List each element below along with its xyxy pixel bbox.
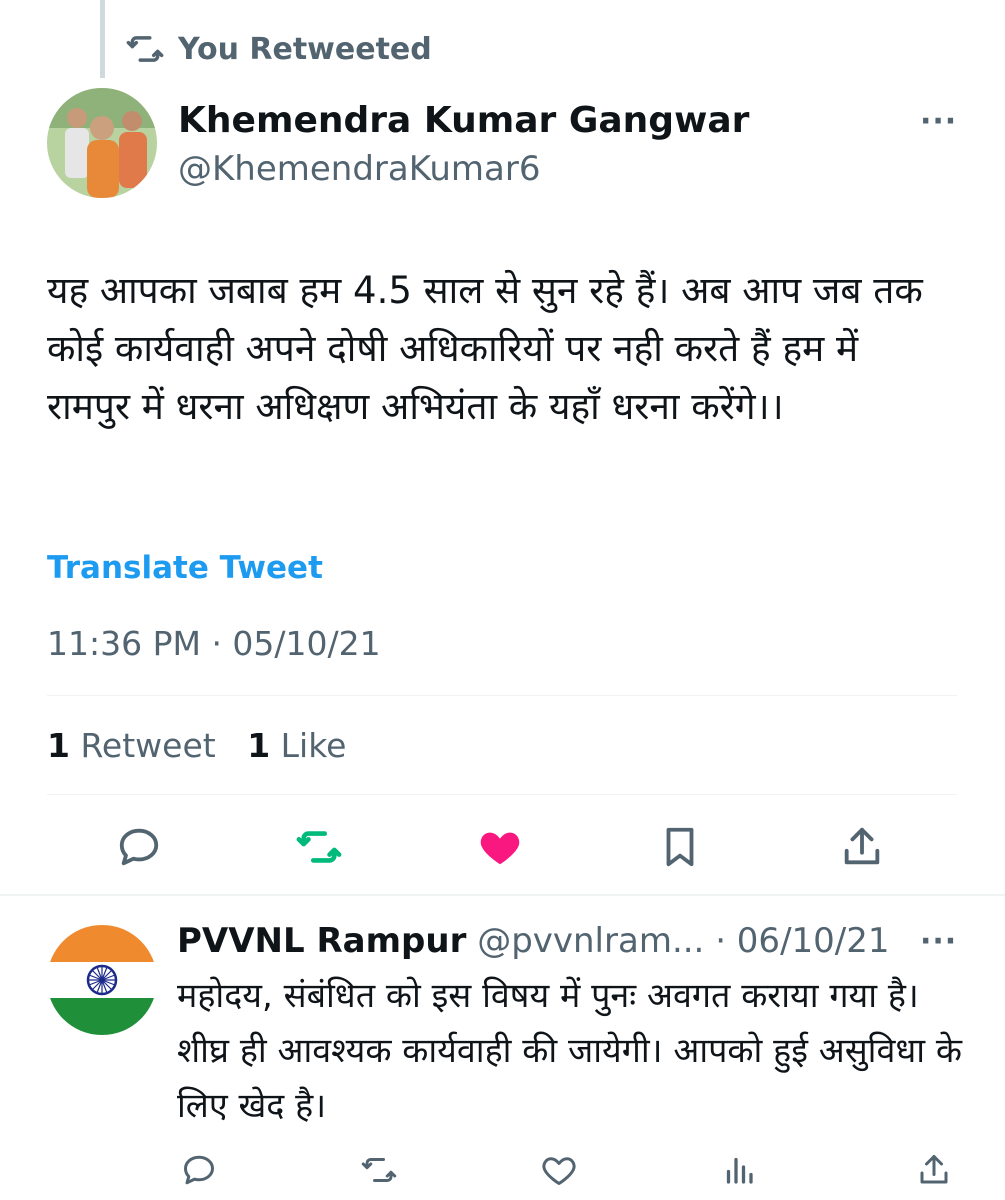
share-icon (920, 1155, 948, 1184)
reply-retweet-button[interactable] (357, 1148, 401, 1192)
reply-like-button[interactable] (537, 1148, 581, 1192)
like-button[interactable] (473, 820, 527, 874)
retweet-stat-label: Retweet (80, 726, 216, 765)
retweet-icon (361, 1158, 397, 1182)
thread-line (100, 0, 105, 78)
like-stat[interactable]: 1 Like (247, 726, 346, 765)
divider (47, 695, 957, 696)
reply-date[interactable]: · 06/10/21 (715, 921, 889, 961)
reply-header: PVVNL Rampur @pvvnlram... · 06/10/21 (177, 918, 890, 964)
divider (0, 894, 1005, 896)
tweet-stats: 1 Retweet 1 Like (47, 726, 346, 765)
views-icon (726, 1157, 753, 1184)
divider (47, 794, 957, 795)
reply-icon (184, 1155, 214, 1185)
reply-share-button[interactable] (912, 1148, 956, 1192)
retweet-icon (126, 36, 164, 62)
reply-author-handle[interactable]: @pvvnlram... (477, 921, 704, 961)
tweet-timestamp[interactable]: 11:36 PM · 05/10/21 (47, 624, 381, 663)
reply-views-button[interactable] (717, 1148, 761, 1192)
tweet-text: यह आपका जबाब हम 4.5 साल से सुन रहे हैं। … (47, 269, 935, 428)
reply-avatar[interactable] (47, 925, 157, 1035)
share-button[interactable] (835, 820, 889, 874)
reply-reply-button[interactable] (177, 1148, 221, 1192)
more-icon[interactable]: ··· (920, 104, 957, 139)
retweet-icon (296, 831, 342, 863)
heart-icon (480, 832, 520, 865)
author-handle[interactable]: @KhemendraKumar6 (178, 146, 749, 192)
reply-more-icon[interactable]: ··· (920, 924, 957, 959)
reply-actions (0, 1148, 1005, 1192)
reply-icon (119, 828, 159, 866)
like-count: 1 (247, 726, 271, 765)
heart-icon (542, 1157, 576, 1185)
like-stat-label: Like (280, 726, 347, 765)
retweet-stat[interactable]: 1 Retweet (47, 726, 216, 765)
retweet-count: 1 (47, 726, 70, 765)
author-name[interactable]: Khemendra Kumar Gangwar (178, 98, 749, 144)
retweet-button[interactable] (292, 820, 346, 874)
retweet-banner: You Retweeted (126, 30, 432, 68)
reply-button[interactable] (112, 820, 166, 874)
translate-tweet-link[interactable]: Translate Tweet (47, 550, 323, 586)
tweet-author[interactable]: Khemendra Kumar Gangwar @KhemendraKumar6 (178, 98, 749, 192)
share-icon (844, 827, 880, 865)
reply-text: महोदय, संबंधित को इस विषय में पुनः अवगत … (177, 976, 973, 1126)
avatar[interactable] (47, 88, 157, 198)
tweet-actions (0, 820, 1005, 874)
bookmark-icon (666, 827, 694, 867)
retweet-banner-label: You Retweeted (178, 31, 432, 67)
bookmark-button[interactable] (653, 820, 707, 874)
reply-author-name[interactable]: PVVNL Rampur (177, 921, 466, 961)
